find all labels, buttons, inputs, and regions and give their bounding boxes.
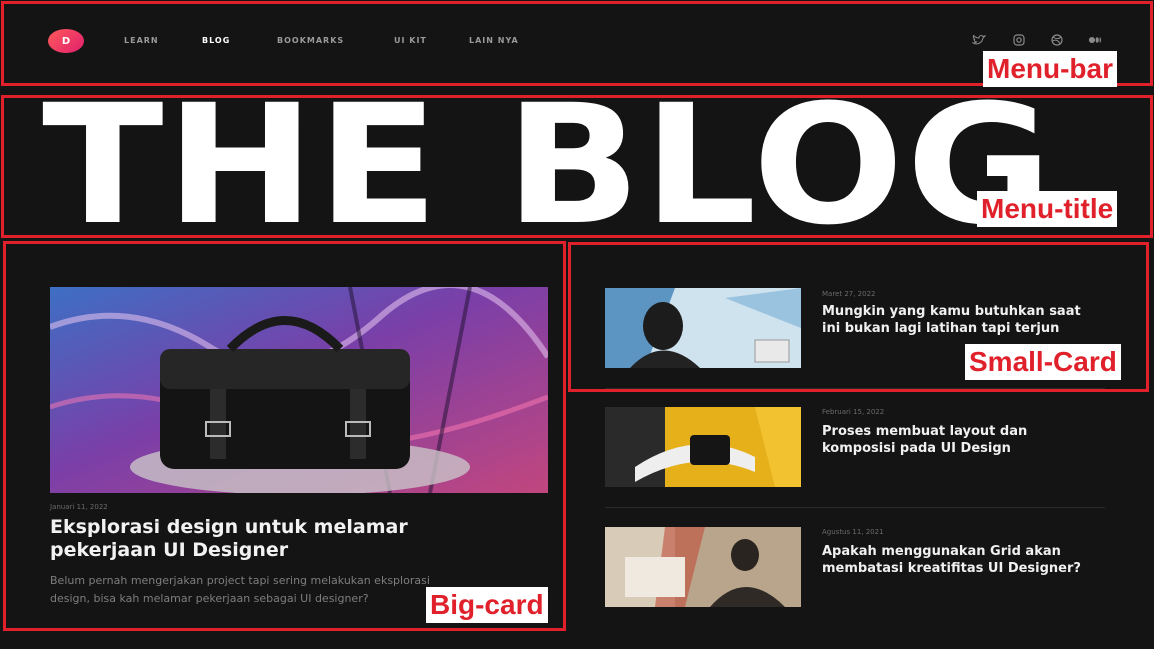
small-card-2-headline[interactable]: Proses membuat layout dan komposisi pada… xyxy=(822,423,1102,457)
divider xyxy=(605,507,1105,508)
small-card-3-headline[interactable]: Apakah menggunakan Grid akan membatasi k… xyxy=(822,543,1102,577)
small-card-annotation-label: Small-Card xyxy=(965,344,1121,380)
big-card-annotation-box xyxy=(3,241,566,631)
menu-bar-annotation-box xyxy=(1,1,1153,86)
menu-bar-annotation-label: Menu-bar xyxy=(983,51,1117,87)
small-card-3-date: Agustus 11, 2021 xyxy=(822,528,884,536)
menu-title-annotation-label: Menu-title xyxy=(977,191,1118,227)
small-card-2-image[interactable] xyxy=(605,407,801,487)
small-card-3-image[interactable] xyxy=(605,527,801,607)
small-card-2-date: Februari 15, 2022 xyxy=(822,408,885,416)
big-card-annotation-label: Big-card xyxy=(426,587,548,623)
